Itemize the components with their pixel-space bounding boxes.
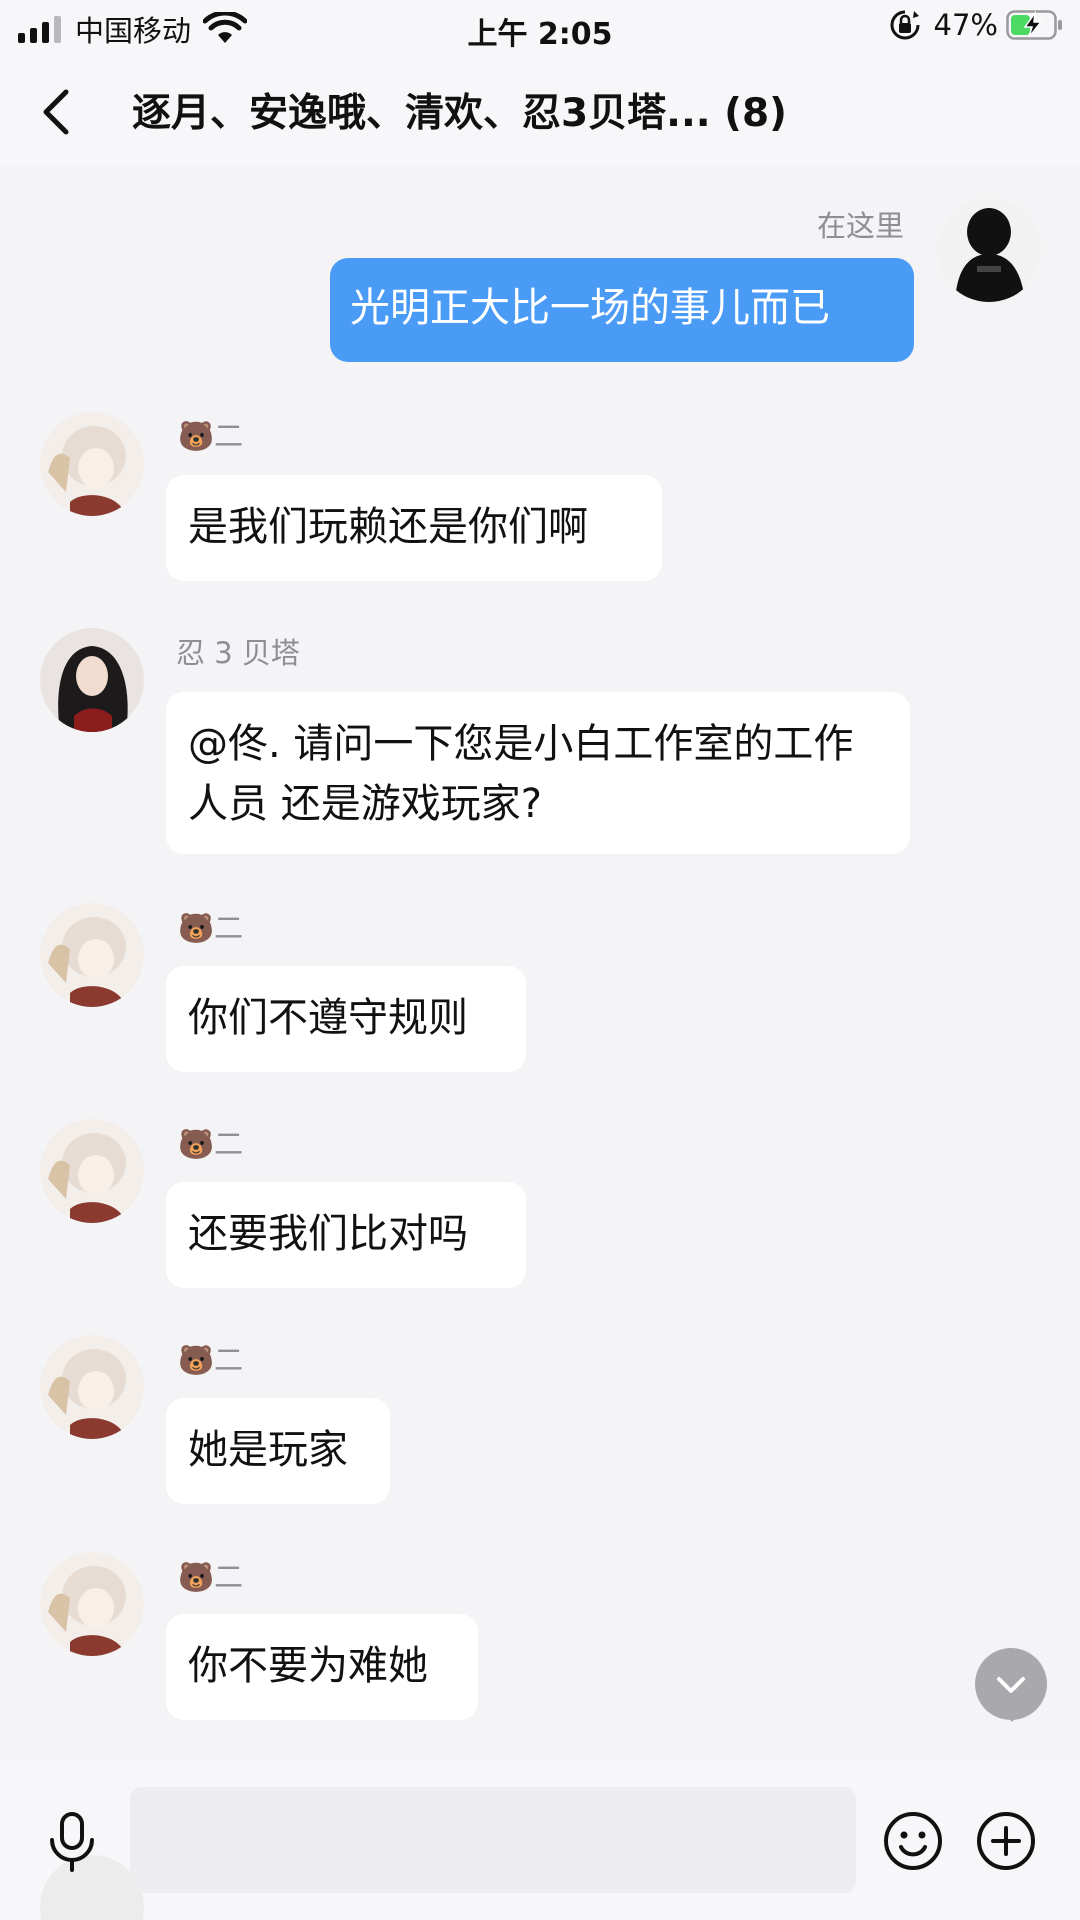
battery-charging-icon [1006, 10, 1062, 40]
message-bubble-mine[interactable]: 光明正大比一场的事儿而已 [330, 258, 914, 362]
sender-name: 🐻二 [178, 1127, 244, 1161]
chat-screen: 中国移动 上午 2:05 47% 逐月、安逸哦、清欢、忍3贝塔... (8) 在… [0, 0, 1080, 1920]
sender-name: 🐻二 [178, 911, 244, 945]
user-avatar[interactable] [40, 1119, 144, 1223]
chat-title[interactable]: 逐月、安逸哦、清欢、忍3贝塔... (8) [132, 82, 787, 138]
white-hair-anime-avatar-icon [40, 1335, 144, 1439]
message-bubble[interactable]: 还要我们比对吗 [166, 1182, 526, 1288]
status-bar: 中国移动 上午 2:05 47% [0, 0, 1080, 54]
white-hair-anime-avatar-icon [40, 903, 144, 1007]
user-avatar[interactable] [40, 1335, 144, 1439]
message-input[interactable] [130, 1787, 856, 1893]
fab-pointer [1003, 1712, 1021, 1722]
sender-name: 忍 3 贝塔 [176, 636, 300, 670]
plus-circle-icon[interactable] [975, 1810, 1037, 1872]
message-bubble[interactable]: 你们不遵守规则 [166, 966, 526, 1072]
sender-name: 在这里 [816, 209, 904, 243]
scroll-to-bottom-button[interactable] [975, 1648, 1047, 1720]
user-avatar[interactable] [40, 1552, 144, 1656]
sender-name: 🐻二 [178, 419, 244, 453]
white-hair-anime-avatar-icon [40, 1119, 144, 1223]
message-bubble[interactable]: 你不要为难她 [166, 1614, 478, 1720]
white-hair-anime-avatar-icon [40, 1552, 144, 1656]
user-avatar[interactable] [937, 198, 1041, 302]
white-hair-anime-avatar-icon [40, 412, 144, 516]
dark-hair-girl-avatar-icon [40, 628, 144, 732]
orientation-lock-icon [890, 10, 920, 40]
sender-name: 🐻二 [178, 1343, 244, 1377]
microphone-icon[interactable] [44, 1810, 100, 1874]
smiley-icon[interactable] [882, 1810, 944, 1872]
sender-name: 🐻二 [178, 1560, 244, 1594]
status-right: 47% [888, 8, 1064, 42]
message-bubble[interactable]: @佟. 请问一下您是小白工作室的工作人员 还是游戏玩家? [166, 692, 910, 854]
user-avatar[interactable] [40, 412, 144, 516]
dark-hooded-avatar-icon [937, 198, 1041, 302]
user-avatar[interactable] [40, 903, 144, 1007]
battery-percent: 47% [933, 8, 998, 42]
chat-header: 逐月、安逸哦、清欢、忍3贝塔... (8) [0, 54, 1080, 166]
chevron-down-icon [997, 1677, 1025, 1693]
chevron-left-icon[interactable] [30, 80, 90, 140]
user-avatar[interactable] [40, 628, 144, 732]
message-bubble[interactable]: 是我们玩赖还是你们啊 [166, 475, 662, 581]
message-bubble[interactable]: 她是玩家 [166, 1398, 390, 1504]
